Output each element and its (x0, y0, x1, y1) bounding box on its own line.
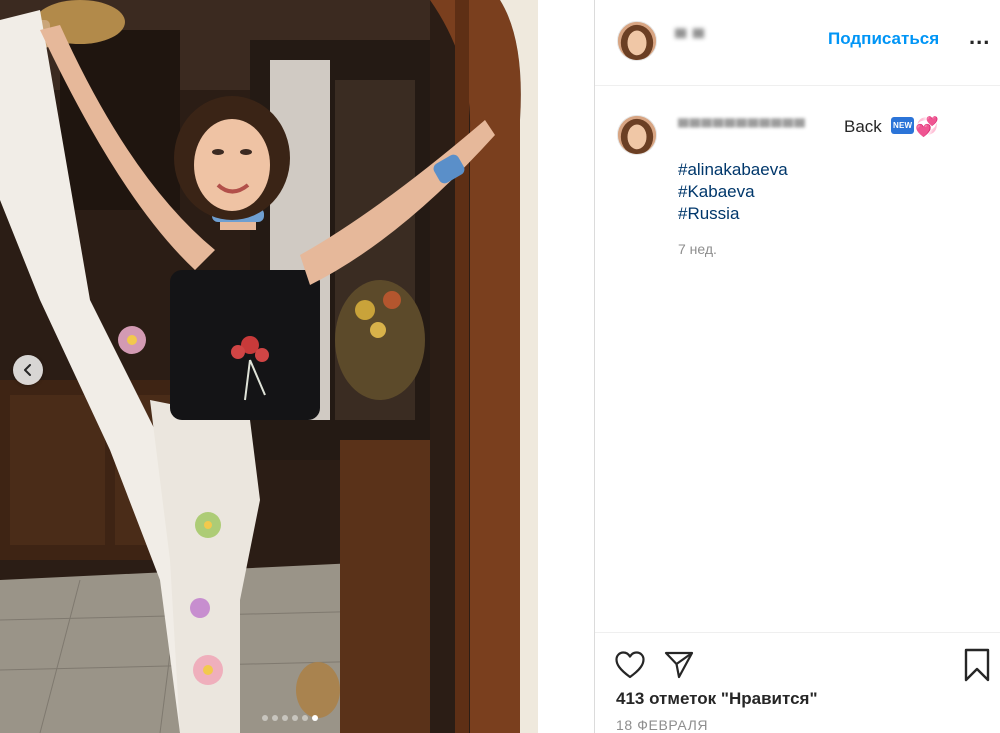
carousel-indicator (262, 715, 318, 721)
more-options-icon[interactable]: ... (969, 24, 990, 50)
post-details-panel: ▀ ▀ Подписаться ... ▀▀▀▀▀▀▀▀▀▀▀ Back NEW… (594, 0, 1000, 733)
avatar-image (618, 116, 656, 154)
username-redacted[interactable]: ▀ ▀ (675, 30, 705, 48)
carousel-dot (292, 715, 298, 721)
actions-divider (595, 632, 1000, 633)
photo-panel-gap (538, 0, 594, 733)
avatar[interactable] (617, 21, 657, 61)
carousel-dot-active (312, 715, 318, 721)
heart-icon[interactable] (615, 651, 645, 679)
follow-button[interactable]: Подписаться (828, 29, 939, 49)
carousel-dot (262, 715, 268, 721)
post-date[interactable]: 18 ФЕВРАЛЯ (616, 717, 708, 733)
likes-count[interactable]: 413 отметок "Нравится" (616, 689, 818, 709)
post-header: ▀ ▀ Подписаться ... (595, 0, 1000, 86)
hashtag-link[interactable]: #Russia (678, 204, 739, 224)
chevron-left-icon (24, 364, 31, 376)
hashtag-link[interactable]: #Kabaeva (678, 182, 755, 202)
caption-avatar[interactable] (617, 115, 657, 155)
post-photo[interactable] (0, 0, 538, 733)
revolving-hearts-emoji: 💞 (915, 117, 939, 138)
bookmark-icon[interactable] (963, 648, 991, 682)
photo-image (0, 0, 538, 733)
hashtag-link[interactable]: #alinakabaeva (678, 160, 788, 180)
caption-text: Back (844, 117, 882, 136)
new-emoji: NEW (891, 117, 915, 134)
caption-username-redacted[interactable]: ▀▀▀▀▀▀▀▀▀▀▀ (678, 119, 806, 136)
caption-time-ago[interactable]: 7 нед. (678, 241, 717, 257)
avatar-image (618, 22, 656, 60)
carousel-dot (282, 715, 288, 721)
carousel-dot (302, 715, 308, 721)
previous-slide-button[interactable] (13, 355, 43, 385)
paper-plane-icon[interactable] (664, 650, 694, 680)
carousel-dot (272, 715, 278, 721)
